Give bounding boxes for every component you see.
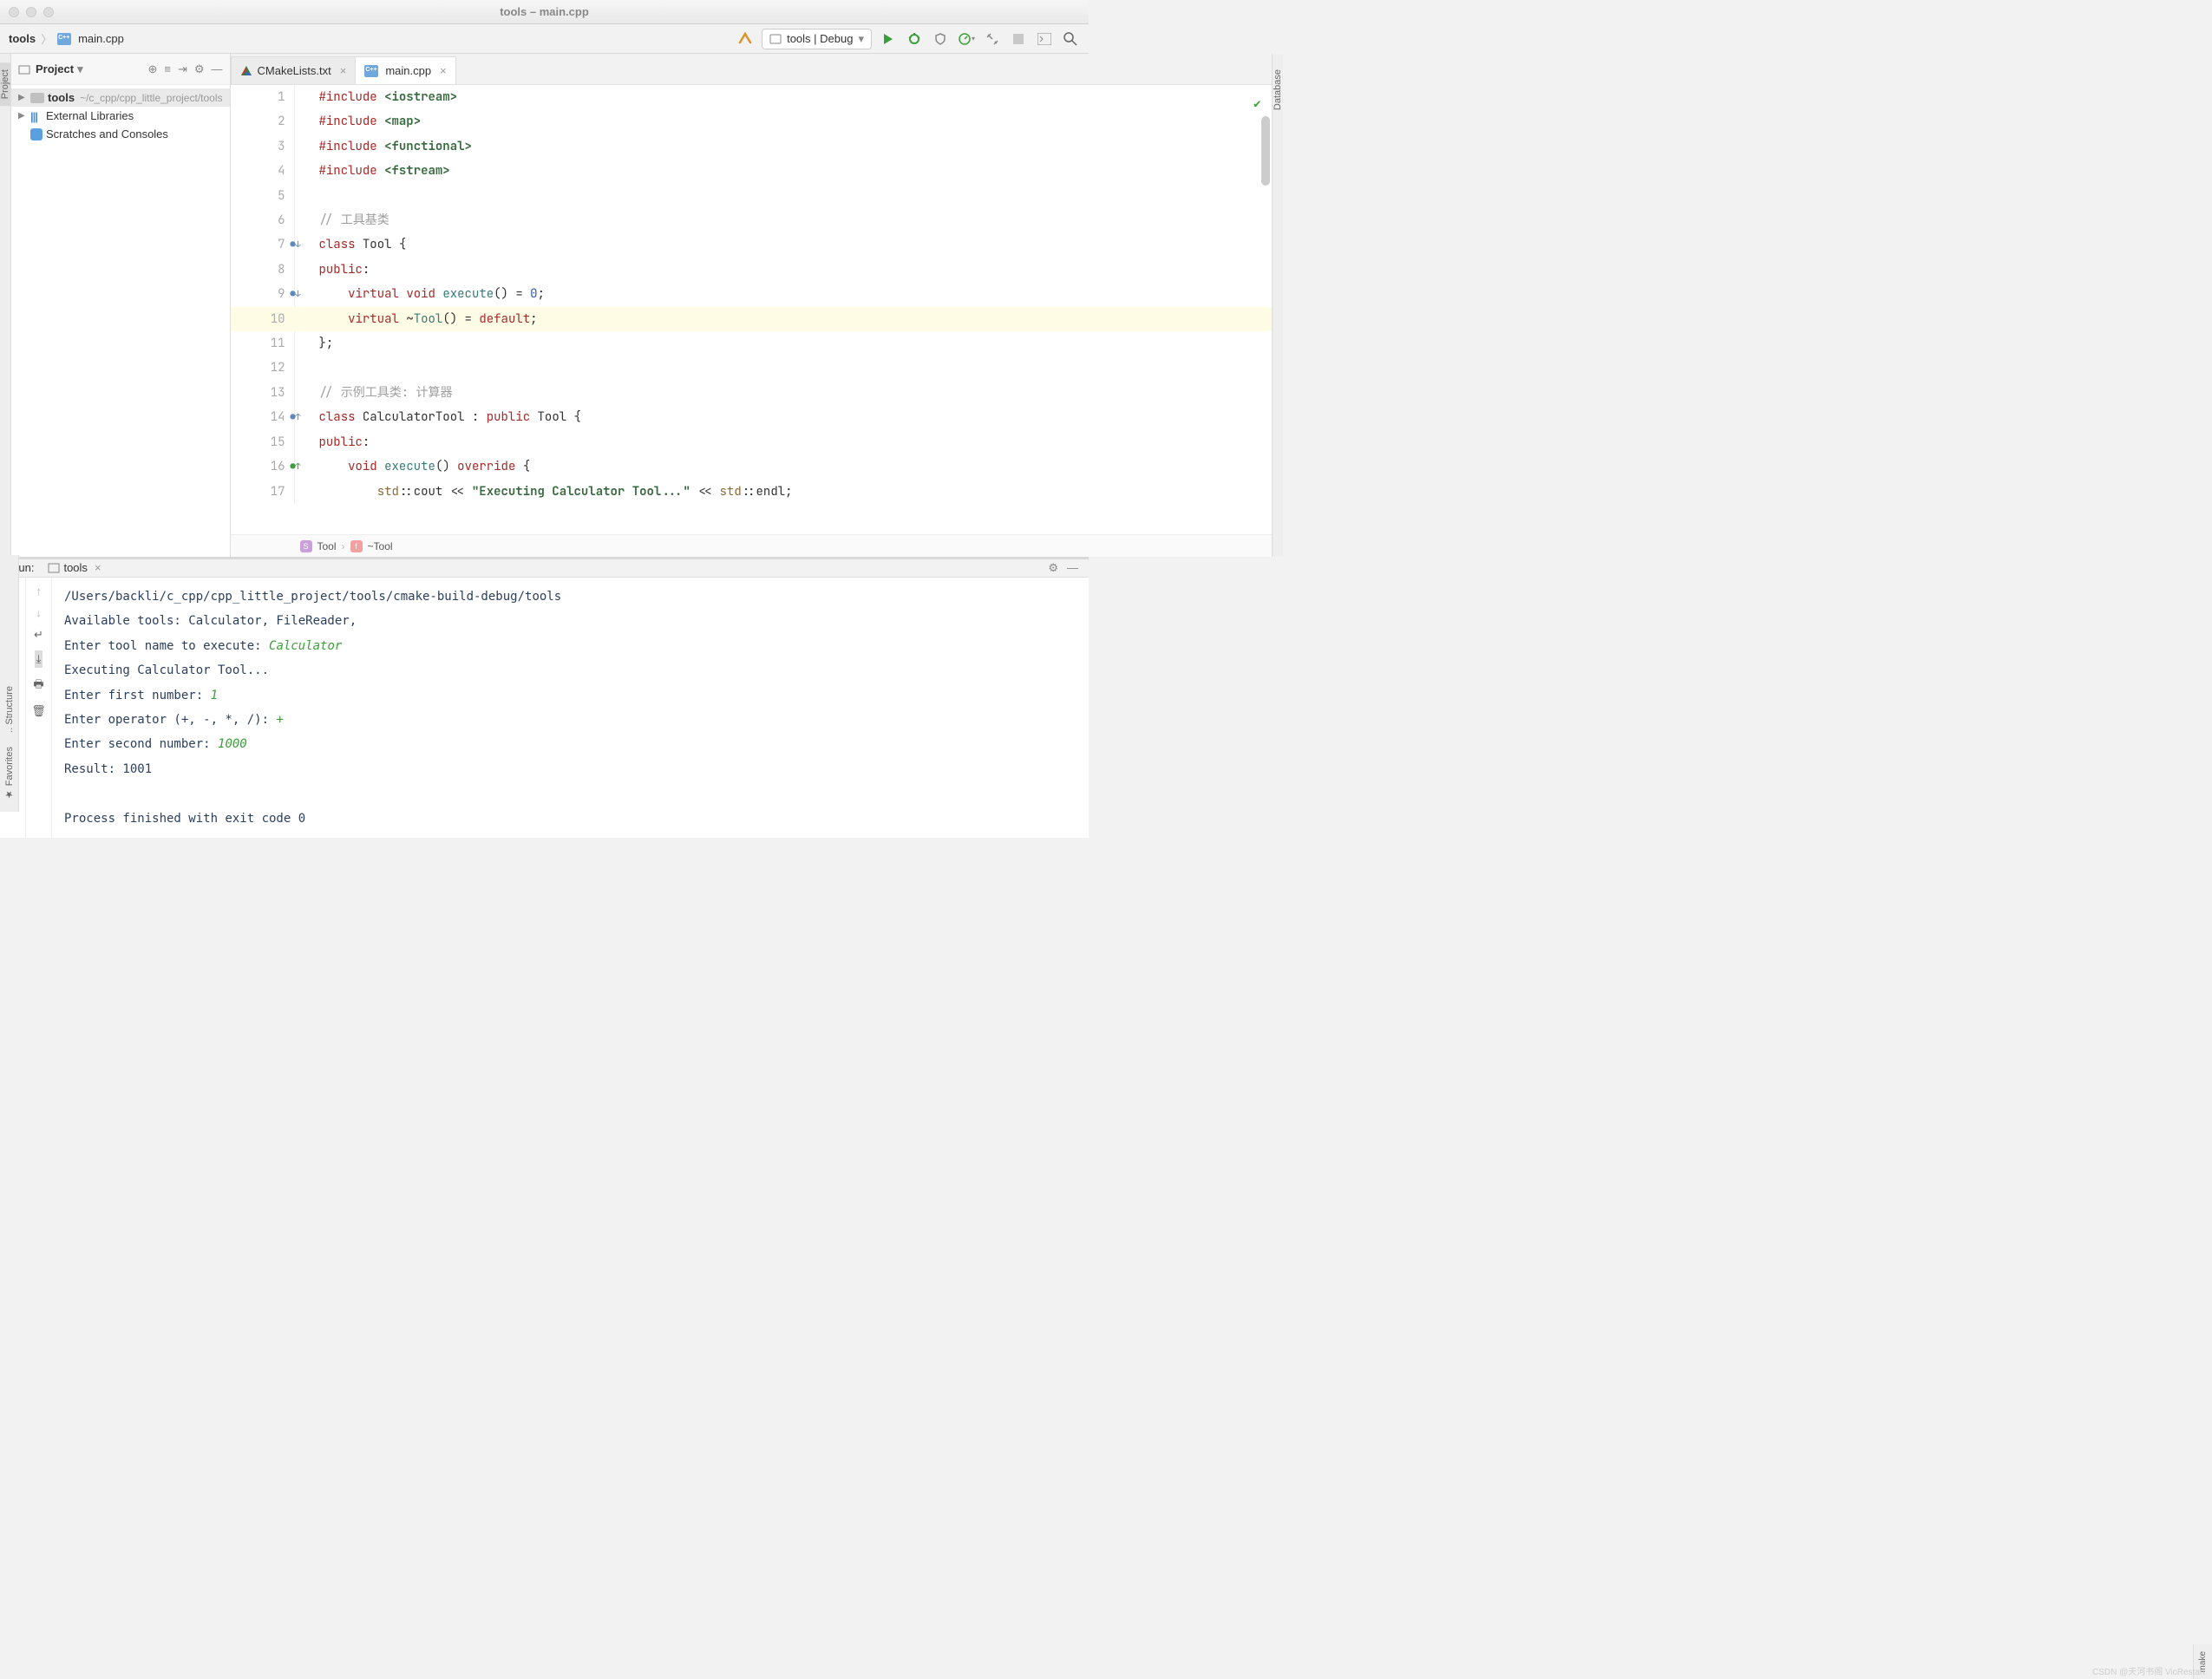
close-icon[interactable]: × bbox=[95, 561, 101, 574]
profile-button[interactable]: ▾ bbox=[957, 29, 976, 49]
close-icon[interactable]: × bbox=[340, 64, 347, 77]
hide-icon[interactable]: — bbox=[212, 62, 223, 76]
project-view-selector[interactable]: Project ▾ bbox=[36, 62, 83, 76]
editor: CMakeLists.txt × main.cpp × ✔ 1234567●↓8… bbox=[231, 54, 1272, 557]
gear-icon[interactable]: ⚙ bbox=[1048, 561, 1058, 575]
left-bottom-rail: ★ Favorites .. Structure bbox=[0, 555, 19, 812]
main-toolbar: tools | Debug ▾ ▾ bbox=[736, 29, 1080, 49]
run-body: 🔧 ■ ⧉ 📌 ↑ ↓ ↵ ⤓ 🖶 🗑 /Users/backli/c_cpp/… bbox=[0, 578, 1089, 838]
collapse-icon[interactable]: ⇥ bbox=[178, 62, 187, 76]
inspection-ok-icon[interactable]: ✔ bbox=[1253, 92, 1260, 116]
close-icon[interactable]: × bbox=[440, 64, 447, 77]
gutter[interactable]: 1234567●↓89●↓1011121314●↑1516●↑17 bbox=[231, 85, 295, 504]
expand-icon[interactable]: ≡ bbox=[164, 62, 171, 76]
window-title: tools – main.cpp bbox=[500, 5, 589, 18]
function-icon: f bbox=[350, 540, 363, 552]
code-lines[interactable]: #include <iostream>#include <map>#includ… bbox=[295, 85, 1272, 504]
down-icon[interactable]: ↓ bbox=[36, 606, 42, 619]
structure-tool-tab[interactable]: .. Structure bbox=[4, 679, 15, 740]
up-icon[interactable]: ↑ bbox=[36, 585, 42, 598]
breadcrumb[interactable]: tools 〉 main.cpp bbox=[9, 30, 124, 47]
navigation-bar: tools 〉 main.cpp tools | Debug ▾ ▾ bbox=[0, 24, 1089, 54]
scratch-icon bbox=[30, 128, 43, 140]
gear-icon[interactable]: ⚙ bbox=[194, 62, 205, 76]
project-tool-tab[interactable]: Project bbox=[0, 62, 10, 106]
project-name: tools bbox=[48, 91, 75, 104]
attach-button[interactable] bbox=[983, 29, 1002, 49]
editor-tabs: CMakeLists.txt × main.cpp × bbox=[231, 54, 1272, 85]
zoom-icon[interactable] bbox=[43, 7, 54, 17]
project-path: ~/c_cpp/cpp_little_project/tools bbox=[80, 92, 222, 104]
run-config-label: tools | Debug bbox=[787, 32, 853, 45]
scrollbar[interactable] bbox=[1261, 116, 1270, 186]
run-config-selector[interactable]: tools | Debug ▾ bbox=[762, 29, 872, 49]
project-panel: Project ▾ ⊕ ≡ ⇥ ⚙ — ▶ tools ~/c_cpp/cpp_… bbox=[11, 54, 231, 557]
tree-root[interactable]: ▶ tools ~/c_cpp/cpp_little_project/tools bbox=[11, 88, 230, 107]
folder-icon bbox=[30, 93, 44, 103]
chevron-down-icon: ▾ bbox=[858, 32, 864, 46]
breadcrumb-root[interactable]: tools bbox=[9, 32, 36, 45]
run-anything-icon[interactable] bbox=[1035, 29, 1054, 49]
chevron-right-icon: 〉 bbox=[41, 30, 52, 47]
left-tool-rail: Project bbox=[0, 54, 11, 557]
watermark: CSDN @天河书阁 VicRestart bbox=[2092, 1664, 2205, 1677]
project-tree[interactable]: ▶ tools ~/c_cpp/cpp_little_project/tools… bbox=[11, 85, 230, 147]
database-tool-tab[interactable]: Database bbox=[1273, 62, 1283, 117]
titlebar: tools – main.cpp bbox=[0, 0, 1089, 24]
struct-icon: S bbox=[300, 540, 312, 552]
trash-icon[interactable]: 🗑 bbox=[31, 704, 46, 718]
soft-wrap-icon[interactable]: ↵ bbox=[34, 628, 43, 642]
close-icon[interactable] bbox=[9, 7, 19, 17]
run-toolbar-secondary: ↑ ↓ ↵ ⤓ 🖶 🗑 bbox=[26, 578, 52, 838]
print-icon[interactable]: 🖶 bbox=[33, 676, 43, 696]
run-config-icon bbox=[769, 33, 782, 45]
stop-button[interactable] bbox=[1009, 29, 1028, 49]
window-controls[interactable] bbox=[9, 7, 54, 17]
chevron-right-icon[interactable]: ▶ bbox=[18, 93, 27, 102]
run-header: Run: tools × ⚙ — bbox=[0, 559, 1089, 578]
run-button[interactable] bbox=[879, 29, 898, 49]
breadcrumb-file[interactable]: main.cpp bbox=[78, 32, 124, 45]
library-icon bbox=[30, 110, 43, 122]
tab-cmakelists[interactable]: CMakeLists.txt × bbox=[231, 56, 357, 84]
chevron-down-icon: ▾ bbox=[77, 62, 83, 76]
build-icon[interactable] bbox=[736, 29, 755, 49]
code-editor[interactable]: ✔ 1234567●↓89●↓1011121314●↑1516●↑17 #inc… bbox=[231, 85, 1272, 534]
run-tab-tools[interactable]: tools × bbox=[43, 559, 106, 576]
project-toolbar: ⊕ ≡ ⇥ ⚙ — bbox=[147, 62, 222, 76]
scroll-end-icon[interactable]: ⤓ bbox=[35, 650, 43, 668]
tree-scratches[interactable]: Scratches and Consoles bbox=[11, 125, 230, 143]
right-tool-rail: Database bbox=[1272, 54, 1283, 557]
coverage-button[interactable] bbox=[931, 29, 950, 49]
project-panel-header: Project ▾ ⊕ ≡ ⇥ ⚙ — bbox=[11, 54, 230, 85]
chevron-right-icon: › bbox=[342, 540, 345, 552]
hide-icon[interactable]: — bbox=[1067, 561, 1078, 574]
main-area: Project Project ▾ ⊕ ≡ ⇥ ⚙ — ▶ tools ~/c_… bbox=[0, 54, 1089, 557]
minimize-icon[interactable] bbox=[26, 7, 36, 17]
console-output[interactable]: /Users/backli/c_cpp/cpp_little_project/t… bbox=[52, 578, 1089, 838]
tab-maincpp[interactable]: main.cpp × bbox=[355, 56, 455, 84]
favorites-tool-tab[interactable]: ★ Favorites bbox=[3, 740, 15, 807]
cmake-icon bbox=[240, 65, 252, 77]
cpp-file-icon bbox=[364, 65, 378, 77]
project-view-icon bbox=[18, 63, 30, 75]
cpp-file-icon bbox=[57, 33, 71, 45]
run-tab-icon bbox=[48, 563, 60, 573]
run-tool-window: Run: tools × ⚙ — 🔧 ■ ⧉ 📌 ↑ ↓ ↵ ⤓ 🖶 🗑 /Us… bbox=[0, 557, 1089, 838]
editor-breadcrumb[interactable]: S Tool › f ~Tool bbox=[231, 534, 1272, 557]
search-icon[interactable] bbox=[1061, 29, 1080, 49]
debug-button[interactable] bbox=[905, 29, 924, 49]
tree-external-libs[interactable]: ▶ External Libraries bbox=[11, 107, 230, 125]
locate-icon[interactable]: ⊕ bbox=[147, 62, 157, 76]
chevron-right-icon[interactable]: ▶ bbox=[18, 111, 27, 121]
